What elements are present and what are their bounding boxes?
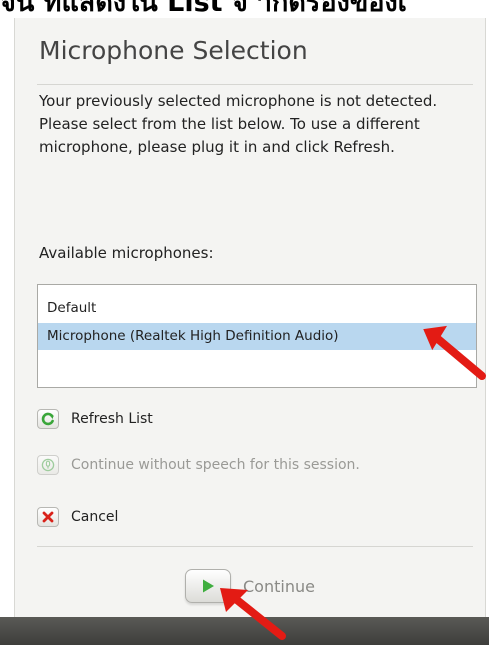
- title-divider: [37, 84, 473, 85]
- available-microphones-label: Available microphones:: [39, 244, 214, 262]
- microphone-selection-dialog: Microphone Selection Your previously sel…: [14, 18, 486, 618]
- cropped-caption-text: จน ที่แสดงใน List จ ำกัดร่องของเ: [0, 0, 407, 18]
- annotation-arrow-icon: [423, 325, 486, 380]
- microphone-listbox[interactable]: Default Microphone (Realtek High Definit…: [37, 284, 477, 388]
- continue-without-speech-button[interactable]: Continue without speech for this session…: [37, 452, 360, 478]
- cancel-button[interactable]: Cancel: [37, 504, 118, 530]
- microphone-option-realtek[interactable]: Microphone (Realtek High Definition Audi…: [38, 323, 476, 350]
- dialog-message: Your previously selected microphone is n…: [39, 92, 438, 156]
- continue-without-speech-label: Continue without speech for this session…: [71, 457, 360, 473]
- screenshot: จน ที่แสดงใน List จ ำกัดร่องของเ Microph…: [0, 0, 489, 645]
- refresh-list-button[interactable]: Refresh List: [37, 406, 153, 432]
- annotation-arrow-icon: [220, 588, 286, 640]
- refresh-list-label: Refresh List: [71, 411, 153, 427]
- cancel-x-icon: [37, 507, 59, 527]
- microphone-option-default[interactable]: Default: [38, 295, 476, 322]
- cancel-label: Cancel: [71, 509, 119, 525]
- microphone-off-icon: [37, 455, 59, 475]
- refresh-icon: [37, 409, 59, 429]
- dialog-title: Microphone Selection: [39, 36, 308, 65]
- footer-divider: [37, 546, 473, 547]
